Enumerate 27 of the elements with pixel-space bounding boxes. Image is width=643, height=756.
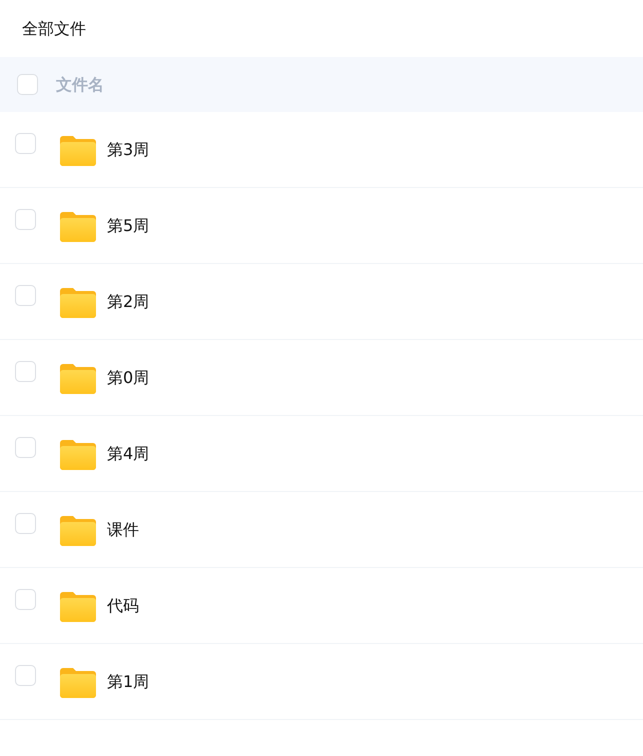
folder-icon [60,514,96,546]
checkbox[interactable] [15,437,36,458]
file-name[interactable]: 第0周 [107,366,150,390]
folder-icon [60,286,96,318]
checkbox[interactable] [15,361,36,382]
file-name[interactable]: 第5周 [107,214,150,238]
checkbox[interactable] [15,285,36,306]
checkbox[interactable] [15,209,36,230]
folder-icon [60,210,96,242]
folder-icon [60,438,96,470]
folder-icon [60,134,96,166]
folder-icon [60,362,96,394]
file-name[interactable]: 课件 [107,518,139,542]
file-name[interactable]: 第2周 [107,290,150,314]
checkbox[interactable] [15,589,36,610]
column-header: 文件名 [56,74,104,96]
folder-icon [60,666,96,698]
checkbox[interactable] [15,665,36,686]
file-name[interactable]: 代码 [107,594,139,618]
checkbox[interactable] [15,513,36,534]
folder-icon [60,590,96,622]
checkbox[interactable] [15,133,36,154]
page-title: 全部文件 [22,18,86,40]
file-name[interactable]: 第4周 [107,442,150,466]
file-name[interactable]: 第3周 [107,138,150,162]
checkbox[interactable] [17,74,38,95]
file-name[interactable]: 第1周 [107,670,150,694]
